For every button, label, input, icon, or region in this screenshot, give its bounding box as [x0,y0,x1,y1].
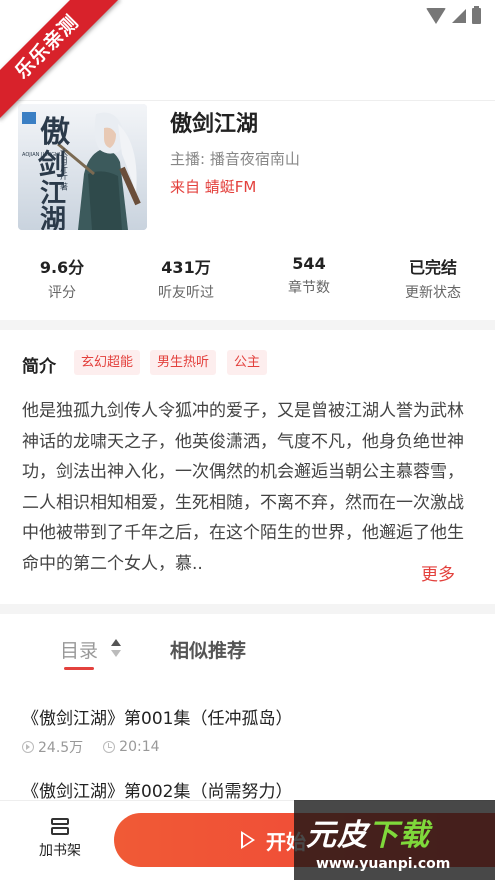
episode-duration: 20:14 [119,739,160,755]
sort-icon[interactable] [110,639,122,659]
tag-item[interactable]: 公主 [227,350,268,375]
stat-chapters: 544 章节数 [254,254,364,297]
stat-value: 已完结 [408,258,457,277]
stat-rating: 9.6分 评分 [7,254,117,302]
cover-author: 大日斤斤 著 [60,147,69,192]
corner-ribbon: 乐乐亲测 [0,0,130,130]
book-source[interactable]: 来自 蜻蜓FM [170,176,256,197]
book-title: 傲剑江湖 [170,112,259,137]
tag-item[interactable]: 玄幻超能 [74,350,141,375]
book-host: 主播: 播音夜宿南山 [170,150,300,168]
bookshelf-icon [49,818,71,836]
stat-value: 9.6分 [39,258,85,277]
episode-title: 《傲剑江湖》第001集（任冲孤岛） [22,709,293,729]
stat-label: 更新状态 [405,285,461,301]
wifi-icon [426,8,446,24]
tab-similar[interactable]: 相似推荐 [170,636,246,663]
episode-item[interactable]: 《傲剑江湖》第001集（任冲孤岛） 24.5万 20:14 [22,704,474,757]
watermark-logo: 元皮下载 [306,818,430,853]
cover-title-glyph: 湖 [40,205,66,230]
episode-item[interactable]: 《傲剑江湖》第002集（尚需努力） [22,777,474,802]
section-divider [0,320,495,330]
cover-subtitle: AOJIAN JIANGHU [22,152,63,158]
intro-title: 简介 [22,357,56,377]
stat-listeners: 431万 听友听过 [131,254,241,302]
add-shelf-button[interactable]: 加书架 [30,818,90,860]
play-count-icon [22,741,34,753]
watermark-url: www.yuanpi.com [316,856,451,872]
intro-text: 他是独孤九剑传人令狐冲的爱子，又是曾被江湖人誉为武林神话的龙啸天之子，他英俊潇洒… [22,401,464,574]
stat-label: 章节数 [288,280,330,296]
battery-icon [472,6,481,24]
episode-meta: 24.5万 20:14 [22,737,474,757]
episode-title: 《傲剑江湖》第002集（尚需努力） [22,782,293,802]
status-icons [426,6,481,24]
tab-underline [64,667,94,670]
ribbon-label: 乐乐亲测 [0,0,120,120]
stat-label: 听友听过 [158,285,214,301]
signal-icon [452,9,466,23]
episode-plays: 24.5万 [38,740,84,756]
stat-status: 已完结 更新状态 [378,254,488,302]
play-icon [241,831,255,849]
add-shelf-label: 加书架 [39,843,81,859]
tag-item[interactable]: 男生热听 [150,350,217,375]
watermark: 元皮下载 www.yuanpi.com [294,800,495,880]
tab-catalog[interactable]: 目录 [60,636,98,663]
stat-label: 评分 [48,285,76,301]
stat-value: 431万 [161,258,211,277]
clock-icon [103,741,116,753]
stat-value: 544 [292,254,326,273]
stats-row: 9.6分 评分 431万 听友听过 544 章节数 已完结 更新状态 [0,254,495,302]
more-link[interactable]: 更多 [421,560,455,591]
section-divider [0,604,495,614]
